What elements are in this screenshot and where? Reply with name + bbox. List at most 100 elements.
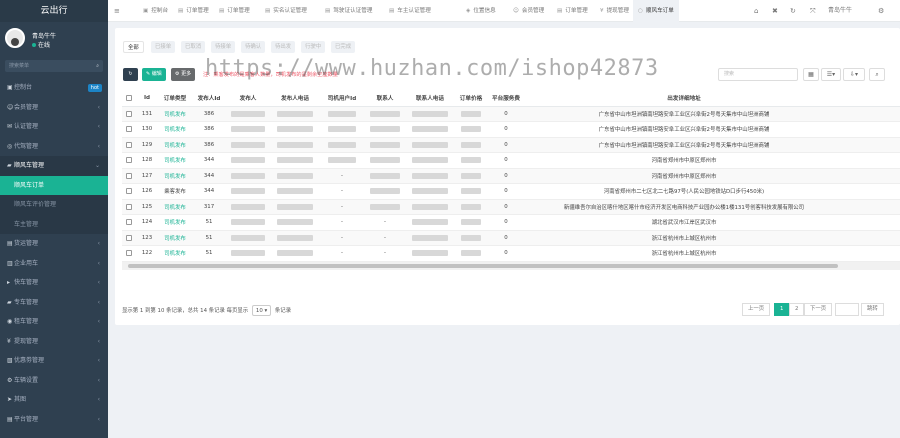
page-size-select[interactable]: 10 ▾ [251, 305, 272, 316]
sidebar-item[interactable]: ⚙ 车辆设置 ‹ [0, 371, 108, 391]
top-tab[interactable]: ▤ 驾驶证认证管理 [320, 0, 377, 22]
jump-page-input[interactable] [835, 303, 859, 316]
sidebar-item[interactable]: ▧优惠劵管理 ‹ [0, 351, 108, 371]
column-header[interactable]: 联系人 [364, 90, 406, 107]
column-header[interactable]: 发布人电话 [270, 90, 320, 107]
status-tab[interactable]: 待确认 [241, 41, 266, 53]
sidebar-item[interactable]: 车主管理 [0, 214, 108, 234]
sidebar-item[interactable]: 顺风车订单 [0, 175, 108, 195]
sidebar-item[interactable]: ▰ 顺风车管理 ⌄ [0, 156, 108, 176]
column-header[interactable]: 目 [844, 90, 900, 107]
checkbox-icon[interactable] [126, 203, 132, 210]
top-tab[interactable]: ▤ 订单管理 [214, 0, 255, 22]
sidebar-item[interactable]: ◉ 租车管理 ‹ [0, 312, 108, 332]
top-user-name[interactable]: 青岛牛牛 [828, 0, 852, 22]
row-checkbox[interactable] [122, 183, 136, 200]
export-dropdown-icon[interactable]: ⇩▾ [843, 68, 865, 81]
menu-search-input[interactable]: 搜索菜单 ⌕ [5, 60, 103, 72]
sidebar-item[interactable]: 顺风车评价管理 [0, 195, 108, 215]
checkbox-icon[interactable] [126, 141, 132, 148]
column-header[interactable]: 订单价格 [454, 90, 488, 107]
refresh-icon[interactable]: ↻ [790, 0, 796, 22]
checkbox-icon[interactable] [126, 126, 132, 132]
prev-page-button[interactable]: 上一页 [742, 303, 771, 316]
table-row[interactable]: 124司机发布51 -- 0湖北省武汉市江岸区武汉市河南省郑 [122, 214, 900, 231]
checkbox-icon[interactable] [126, 219, 132, 225]
top-tab[interactable]: ○ 顺风车订单 [633, 0, 679, 22]
status-tab[interactable]: 全部 [123, 41, 144, 53]
table-row[interactable]: 130 司机发布 386 0 广东省中山市坦洲镇南坦路安阜工业区兴阜街2号粤天集市中山坦… [122, 121, 900, 138]
horizontal-scrollbar[interactable] [122, 262, 900, 270]
column-header[interactable]: 出发详细地址 [524, 90, 844, 107]
checkbox-icon[interactable] [126, 110, 132, 117]
checkbox-icon[interactable] [126, 94, 132, 101]
sidebar-item[interactable]: ▤货运管理 ‹ [0, 234, 108, 254]
checkbox-icon[interactable] [126, 188, 132, 194]
table-row[interactable]: 127司机发布344 - 0河南省郑州市中原区郑州市贵州省贵阳市观山湖区金阳 [122, 168, 900, 184]
top-tab[interactable]: ▤ 订单管理 [173, 0, 214, 22]
sidebar-item[interactable]: ▥企业用车 ‹ [0, 254, 108, 274]
status-tab[interactable]: 已接单 [151, 41, 176, 53]
select-all-checkbox[interactable] [122, 90, 136, 107]
sidebar-item[interactable]: ▣控制台 hot [0, 78, 108, 98]
row-checkbox[interactable] [122, 106, 136, 122]
row-checkbox[interactable] [122, 121, 136, 138]
sidebar-item[interactable]: ◎ 代驾管理 ‹ [0, 137, 108, 157]
table-row[interactable]: 123司机发布51 -- 0浙江省杭州市上城区杭州市河南省郑 [122, 230, 900, 246]
sidebar-item[interactable]: ▰ 专车管理 ‹ [0, 293, 108, 313]
columns-dropdown-icon[interactable]: ☰▾ [821, 68, 841, 81]
fullscreen-icon[interactable]: ⤧ [810, 0, 816, 22]
top-tab[interactable]: ▤ 实名认证管理 [260, 0, 312, 22]
checkbox-icon[interactable] [126, 172, 132, 179]
status-tab[interactable]: 待出发 [271, 41, 296, 53]
menu-toggle-icon[interactable]: ≡ [114, 0, 120, 22]
row-checkbox[interactable] [122, 137, 136, 153]
user-name[interactable]: 青岛牛牛 [32, 31, 56, 40]
avatar[interactable] [5, 28, 25, 48]
more-button[interactable]: ⚙ 更多 [171, 68, 196, 81]
table-row[interactable]: 122司机发布51 -- 0浙江省杭州市上城区杭州市河南省郑 [122, 245, 900, 262]
search-icon[interactable]: ⌕ [96, 60, 99, 72]
column-header[interactable]: 发布人 [226, 90, 270, 107]
refresh-button[interactable]: ↻ [123, 68, 138, 81]
row-checkbox[interactable] [122, 245, 136, 262]
top-tab[interactable]: ▣ 控制台 [138, 0, 173, 22]
home-icon[interactable]: ⌂ [754, 0, 758, 22]
table-row[interactable]: 131 司机发布 386 0 广东省中山市坦洲镇南坦路安阜工业区兴阜街2号粤天集市中山坦… [122, 106, 900, 122]
top-tab[interactable]: ▤ 车主认证管理 [384, 0, 436, 22]
jump-button[interactable]: 跳转 [861, 303, 884, 316]
checkbox-icon[interactable] [126, 157, 132, 163]
status-tab[interactable]: 已取消 [181, 41, 206, 53]
sidebar-item[interactable]: ✉ 认证管理 ‹ [0, 117, 108, 137]
column-header[interactable]: 联系人电话 [406, 90, 454, 107]
checkbox-icon[interactable] [126, 234, 132, 241]
sidebar-item[interactable]: ▸ 快车管理 ‹ [0, 273, 108, 293]
column-header[interactable]: 平台服务费 [488, 90, 524, 107]
row-checkbox[interactable] [122, 199, 136, 215]
page-2-button[interactable]: 2 [789, 303, 805, 316]
column-header[interactable]: 订单类型 [158, 90, 192, 107]
search-input[interactable]: 搜索 [718, 68, 798, 81]
trash-icon[interactable]: ✖ [772, 0, 778, 22]
column-header[interactable]: 司机用户Id [320, 90, 364, 107]
advanced-search-icon[interactable]: ⌕ [869, 68, 885, 81]
row-checkbox[interactable] [122, 230, 136, 246]
sidebar-item[interactable]: ▤平台管理 ‹ [0, 410, 108, 430]
top-tab[interactable]: ¥ 提现管理 [595, 0, 634, 22]
table-row[interactable]: 126 乘客发布 344 - 0 河南省郑州市二七区北二七路97号(人民公园地铁站D口步行… [122, 183, 900, 200]
table-row[interactable]: 125 司机发布 317 - 0 新疆维吾尔自治区喀什地区喀什市经济开发区电商科技产业园办… [122, 199, 900, 215]
top-tab[interactable]: ◈ 位置信息 [461, 0, 501, 22]
edit-button[interactable]: ✎ 编辑 [142, 68, 166, 81]
scrollbar-thumb[interactable] [128, 264, 838, 268]
column-header[interactable]: Id [136, 90, 158, 107]
top-tab[interactable]: ☺ 会员管理 [508, 0, 549, 22]
status-tab[interactable]: 行驶中 [301, 41, 326, 53]
toggle-view-icon[interactable]: ▦ [803, 68, 819, 81]
next-page-button[interactable]: 下一页 [804, 303, 833, 316]
table-row[interactable]: 129 司机发布 386 0 广东省中山市坦洲镇南坦路安阜工业区兴阜街2号粤天集市中山坦… [122, 137, 900, 153]
settings-icon[interactable]: ⚙ [878, 0, 884, 22]
column-header[interactable]: 发布人Id [192, 90, 226, 107]
table-row[interactable]: 128司机发布344 0河南省郑州市中原区郑州市贵州省贵阳市观山湖区金阳 [122, 152, 900, 169]
status-tab[interactable]: 待接单 [211, 41, 236, 53]
sidebar-item[interactable]: ☺会员管理 ‹ [0, 98, 108, 118]
